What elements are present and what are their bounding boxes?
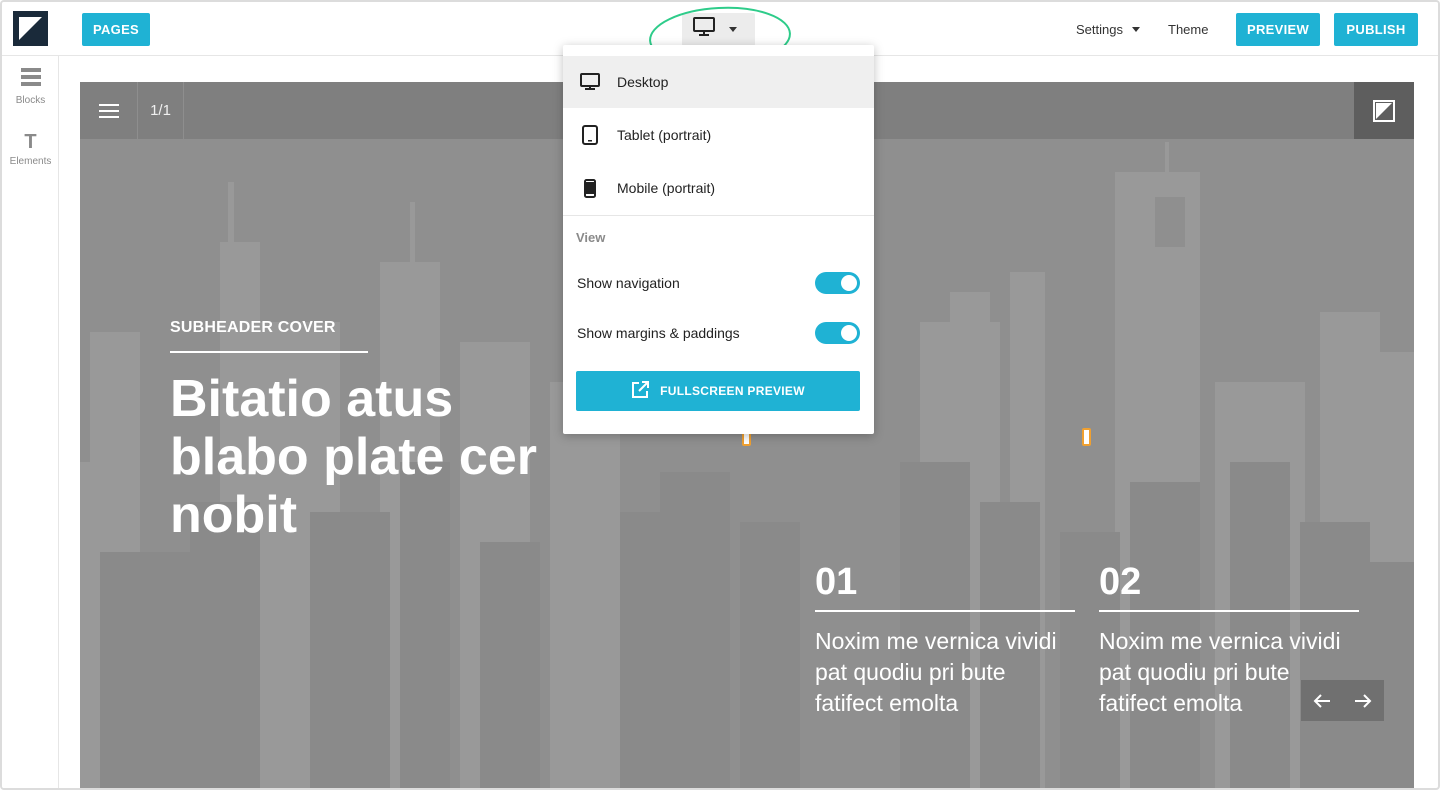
page-counter: 1/1	[138, 82, 184, 139]
resize-handle[interactable]	[1082, 428, 1091, 446]
fullscreen-preview-button[interactable]: FULLSCREEN PREVIEW	[576, 371, 860, 411]
tablet-icon	[580, 125, 600, 145]
text-icon: T	[24, 131, 37, 153]
device-option-label: Tablet (portrait)	[617, 127, 712, 143]
desktop-icon	[580, 73, 600, 91]
cover-headline[interactable]: Bitatio atus blabo plate cer nobit	[170, 370, 590, 544]
canvas-logo	[1354, 82, 1414, 139]
external-link-icon	[631, 380, 650, 402]
settings-menu[interactable]: Settings	[1076, 22, 1140, 37]
mobile-icon	[580, 178, 600, 198]
chevron-down-icon	[1131, 27, 1140, 32]
left-sidebar: Blocks T Elements	[2, 56, 59, 788]
preview-button[interactable]: PREVIEW	[1236, 13, 1320, 46]
feature-item[interactable]: 01 Noxim me vernica vividi pat quodiu pr…	[815, 560, 1075, 719]
logo-icon	[19, 17, 42, 40]
toggle-row-show-navigation: Show navigation	[577, 271, 860, 295]
feature-divider	[1099, 610, 1359, 612]
view-section-heading: View	[576, 230, 606, 245]
sidebar-item-elements[interactable]: T Elements	[2, 132, 59, 167]
sidebar-item-blocks[interactable]: Blocks	[2, 68, 59, 106]
blocks-icon	[20, 68, 41, 91]
device-dropdown-menu: Desktop Tablet (portrait) Mobile (portra…	[563, 45, 874, 434]
feature-number: 02	[1099, 561, 1142, 603]
fullscreen-preview-label: FULLSCREEN PREVIEW	[660, 384, 805, 398]
device-option-tablet[interactable]: Tablet (portrait)	[563, 109, 874, 161]
show-navigation-toggle[interactable]	[815, 272, 860, 294]
toggle-label: Show margins & paddings	[577, 325, 740, 341]
theme-link[interactable]: Theme	[1168, 22, 1208, 37]
device-option-mobile[interactable]: Mobile (portrait)	[563, 162, 874, 214]
subheader-text[interactable]: SUBHEADER COVER	[170, 319, 336, 337]
device-switcher[interactable]	[682, 13, 755, 46]
toggle-label: Show navigation	[577, 275, 680, 291]
feature-divider	[815, 610, 1075, 612]
sidebar-item-label: Blocks	[15, 95, 46, 106]
sidebar-item-label: Elements	[9, 156, 52, 167]
arrow-right-icon[interactable]	[1342, 680, 1383, 721]
app-logo[interactable]	[13, 11, 48, 46]
device-option-label: Mobile (portrait)	[617, 180, 716, 196]
settings-label: Settings	[1076, 22, 1123, 37]
slider-arrows	[1301, 680, 1384, 721]
chevron-down-icon	[729, 27, 737, 32]
logo-icon	[1373, 99, 1395, 122]
arrow-left-icon[interactable]	[1301, 680, 1342, 721]
menu-icon[interactable]	[80, 82, 138, 139]
toggle-knob	[841, 275, 857, 291]
toggle-knob	[841, 325, 857, 341]
device-option-label: Desktop	[617, 74, 669, 90]
device-option-desktop[interactable]: Desktop	[563, 56, 874, 108]
publish-button[interactable]: PUBLISH	[1334, 13, 1418, 46]
show-margins-toggle[interactable]	[815, 322, 860, 344]
feature-text: Noxim me vernica vividi pat quodiu pri b…	[815, 628, 1057, 716]
theme-label: Theme	[1168, 22, 1209, 37]
feature-number: 01	[815, 561, 858, 603]
toggle-row-show-margins: Show margins & paddings	[577, 321, 860, 345]
subheader-divider	[170, 351, 368, 353]
pages-button[interactable]: PAGES	[82, 13, 150, 46]
menu-divider	[563, 215, 874, 216]
app-window: PAGES Settings Theme PREVIEW PUBLISH Blo…	[0, 0, 1440, 790]
desktop-icon	[693, 17, 715, 42]
